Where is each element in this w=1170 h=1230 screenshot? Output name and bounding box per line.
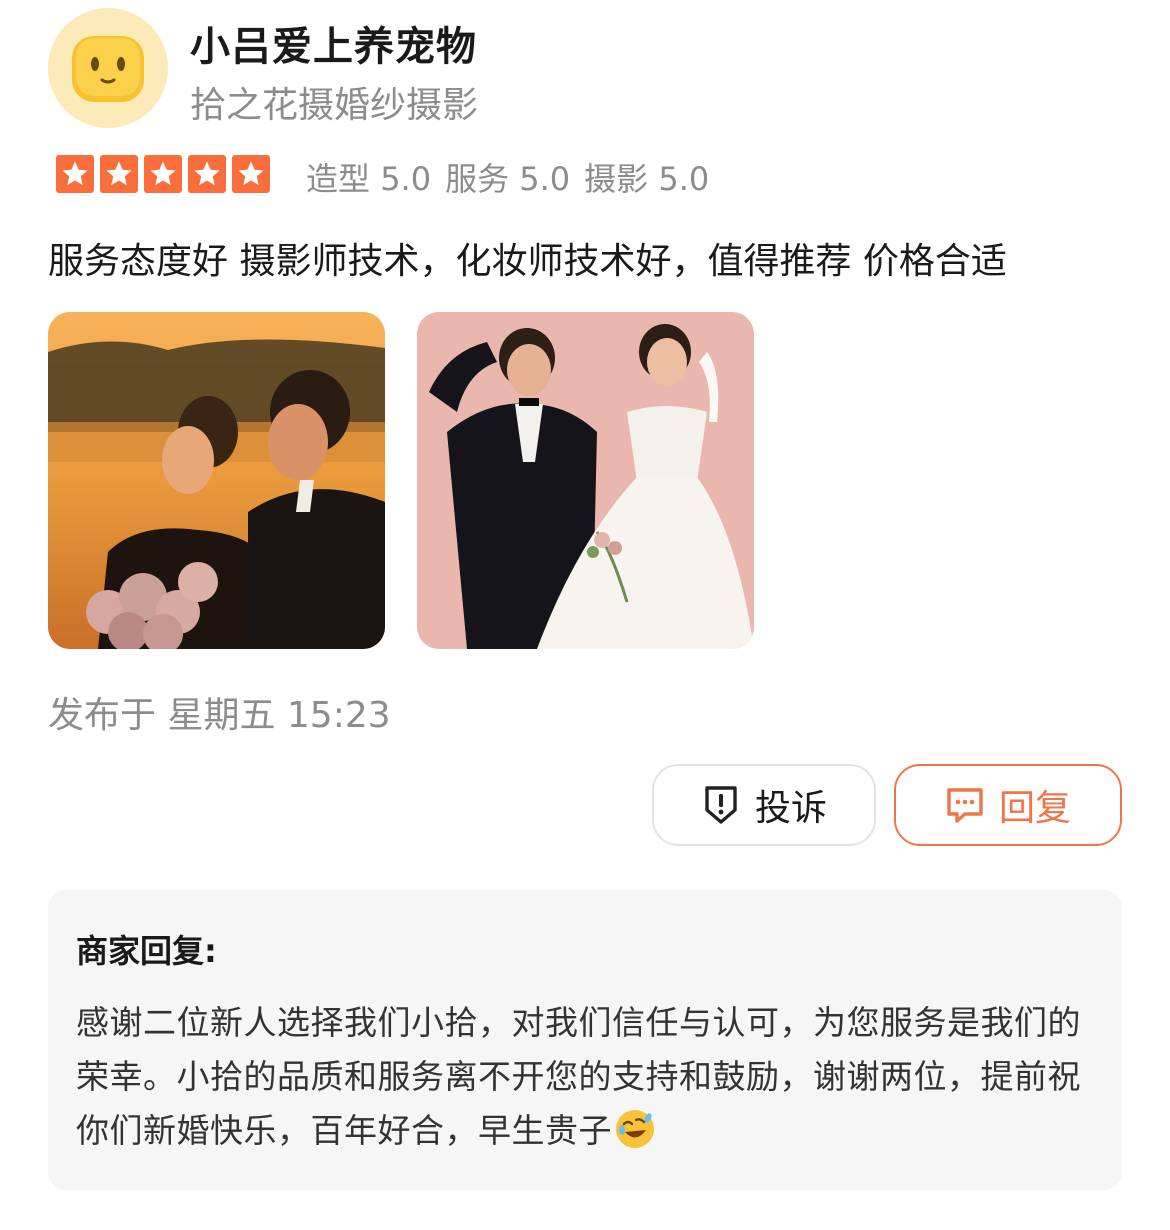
shop-name[interactable]: 拾之花摄婚纱摄影 bbox=[190, 76, 478, 128]
report-button[interactable]: 投诉 bbox=[652, 764, 876, 846]
username[interactable]: 小吕爱上养宠物 bbox=[190, 14, 477, 72]
merchant-reply: 商家回复: 感谢二位新人选择我们小拾，对我们信任与认可，为您服务是我们的荣幸。小… bbox=[48, 890, 1122, 1190]
studio-couple-photo[interactable] bbox=[417, 312, 754, 649]
rating-item: 服务 5.0 bbox=[445, 160, 571, 198]
avatar[interactable] bbox=[48, 8, 168, 128]
sub-ratings: 造型 5.0 服务 5.0 摄影 5.0 bbox=[306, 154, 709, 200]
merchant-reply-title: 商家回复: bbox=[76, 932, 217, 970]
star-icon bbox=[188, 155, 226, 193]
reply-label: 回复 bbox=[998, 788, 1071, 829]
star-icon bbox=[100, 155, 138, 193]
sunset-couple-photo[interactable] bbox=[48, 312, 385, 649]
smiling-toast-icon bbox=[72, 36, 144, 102]
review-text: 服务态度好 摄影师技术，化妆师技术好，值得推荐 价格合适 bbox=[48, 241, 1007, 282]
chat-bubble-icon bbox=[947, 788, 983, 823]
star-icon bbox=[232, 155, 270, 193]
reply-button[interactable]: 回复 bbox=[894, 764, 1122, 846]
report-label: 投诉 bbox=[754, 788, 827, 829]
star-icon bbox=[56, 155, 94, 193]
rating-item: 造型 5.0 bbox=[306, 160, 432, 198]
laughing-rolling-emoji bbox=[616, 1110, 654, 1148]
rating-item: 摄影 5.0 bbox=[584, 160, 710, 198]
merchant-reply-text: 感谢二位新人选择我们小拾，对我们信任与认可，为您服务是我们的荣幸。小拾的品质和服… bbox=[76, 1003, 1081, 1150]
star-icon bbox=[144, 155, 182, 193]
posted-time: 发布于 星期五 15:23 bbox=[48, 695, 391, 736]
star-rating bbox=[56, 155, 270, 193]
shield-exclamation-icon bbox=[705, 786, 737, 824]
merchant-reply-body: 感谢二位新人选择我们小拾，对我们信任与认可，为您服务是我们的荣幸。小拾的品质和服… bbox=[76, 996, 1092, 1158]
